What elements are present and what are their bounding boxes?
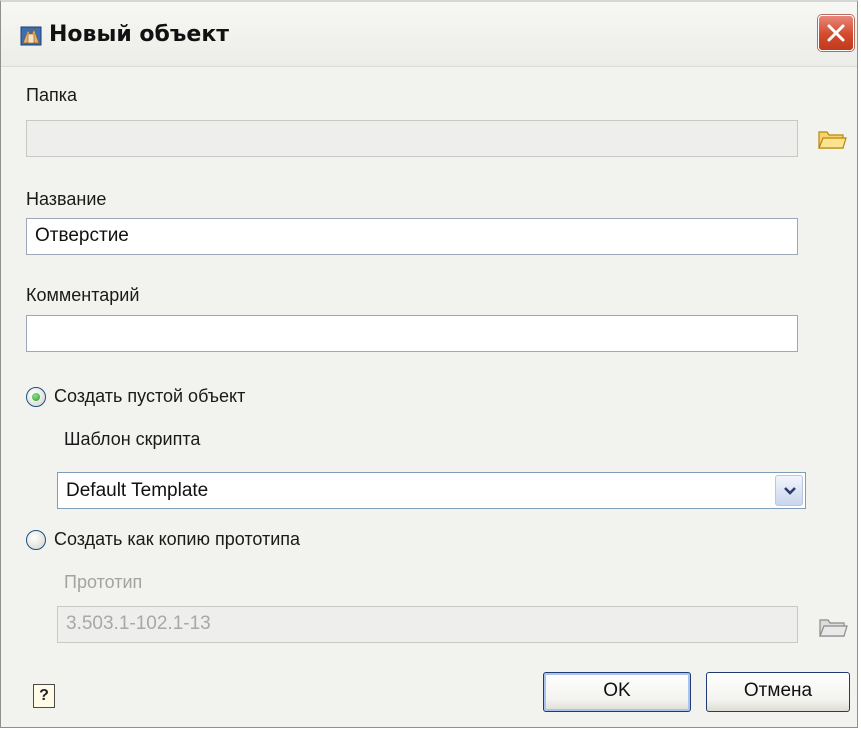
ok-button[interactable]: OK (543, 672, 691, 712)
folder-field (26, 120, 798, 157)
script-template-label: Шаблон скрипта (64, 429, 201, 449)
cancel-button[interactable]: Отмена (706, 672, 850, 712)
window-title: Новый объект (49, 22, 230, 47)
comment-input[interactable] (26, 315, 798, 352)
script-template-value: Default Template (66, 480, 209, 501)
chevron-down-icon (784, 487, 796, 495)
folder-browse-icon[interactable] (817, 128, 847, 150)
help-button[interactable]: ? (33, 684, 55, 708)
new-object-dialog: Новый объект Папка Название Отверстие Ко… (0, 0, 858, 728)
title-bar: Новый объект (1, 2, 857, 67)
create-empty-radio[interactable] (26, 387, 46, 407)
prototype-label: Прототип (64, 572, 143, 592)
close-icon (827, 24, 845, 42)
app-icon (20, 26, 42, 46)
script-template-select[interactable]: Default Template (57, 472, 806, 509)
folder-label: Папка (26, 85, 77, 105)
prototype-field: 3.503.1-102.1-13 (57, 606, 798, 643)
dropdown-arrow-button[interactable] (775, 475, 803, 506)
close-button[interactable] (818, 15, 854, 51)
comment-label: Комментарий (26, 285, 140, 305)
create-copy-label[interactable]: Создать как копию прототипа (54, 528, 300, 550)
name-input[interactable]: Отверстие (26, 218, 798, 255)
name-label: Название (26, 189, 107, 209)
radio-selected-dot (32, 393, 40, 401)
prototype-browse-icon (819, 619, 848, 637)
create-copy-radio[interactable] (26, 530, 46, 550)
create-empty-label[interactable]: Создать пустой объект (54, 385, 245, 407)
